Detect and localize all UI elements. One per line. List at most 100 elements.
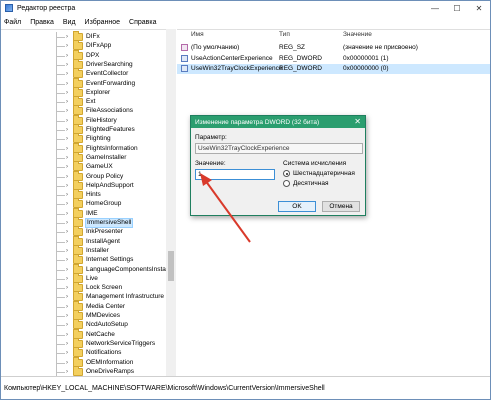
menu-file[interactable]: Файл [4,19,21,26]
key-tree-pane[interactable]: › DIFx › DIFxApp › DPX › DriverSearching › EventC… [1,29,176,376]
tree-branch-line [57,260,65,262]
tree-branch-line [57,46,65,48]
expand-chevron-icon[interactable]: › [66,127,68,133]
tree-item-label: GameUX [86,163,113,171]
tree-scrollbar[interactable] [166,29,176,376]
expand-chevron-icon[interactable]: › [66,201,68,207]
expand-chevron-icon[interactable]: › [66,360,68,366]
tree-branch-line [57,269,65,271]
value-row[interactable]: UseWin32TrayClockExperience REG_DWORD 0x00… [177,64,490,74]
menu-view[interactable]: Вид [63,19,76,26]
tree-branch-line [57,185,65,187]
expand-chevron-icon[interactable]: › [66,229,68,235]
tree-item-label: Flighting [86,135,111,143]
string-value-icon [181,44,188,51]
menu-favorites[interactable]: Избранное [85,19,120,26]
tree-item-label: InstallAgent [86,237,120,245]
expand-chevron-icon[interactable]: › [66,183,68,189]
expand-chevron-icon[interactable]: › [66,341,68,347]
expand-chevron-icon[interactable]: › [66,220,68,226]
menu-help[interactable]: Справка [129,19,156,26]
tree-item-label: DPX [86,51,100,59]
tree-branch-line [57,297,65,299]
tree-item-label: Notifications [86,349,122,357]
expand-chevron-icon[interactable]: › [66,304,68,310]
column-header-name[interactable]: Имя [191,31,204,41]
tree-scrollbar-thumb[interactable] [168,251,174,281]
title-bar[interactable]: Редактор реестра — ☐ ✕ [1,1,490,15]
dialog-title-bar[interactable]: Изменение параметра DWORD (32 бита) ✕ [191,116,365,128]
dialog-close-icon[interactable]: ✕ [354,117,361,127]
expand-chevron-icon[interactable]: › [66,332,68,338]
tree-branch-line [57,102,65,104]
expand-chevron-icon[interactable]: › [66,99,68,105]
column-header-data[interactable]: Значение [343,31,372,41]
expand-chevron-icon[interactable]: › [66,62,68,68]
value-name: (По умолчанию) [191,44,240,51]
expand-chevron-icon[interactable]: › [66,53,68,59]
tree-branch-line [57,288,65,290]
expand-chevron-icon[interactable]: › [66,34,68,40]
expand-chevron-icon[interactable]: › [66,257,68,263]
expand-chevron-icon[interactable]: › [66,248,68,254]
expand-chevron-icon[interactable]: › [66,164,68,170]
expand-chevron-icon[interactable]: › [66,211,68,217]
expand-chevron-icon[interactable]: › [66,313,68,319]
tree-item-label: GameInstaller [86,153,127,161]
expand-chevron-icon[interactable]: › [66,350,68,356]
expand-chevron-icon[interactable]: › [66,276,68,282]
tree-item-onedriveramps[interactable]: › OneDriveRamps [1,365,175,376]
close-button[interactable]: ✕ [468,1,490,15]
value-name: UseActionCenterExperience [191,54,273,62]
value-row[interactable]: (По умолчанию) REG_SZ (значение не присвое… [177,43,490,53]
tree-branch-line [57,213,65,215]
expand-chevron-icon[interactable]: › [66,267,68,273]
param-name-value: UseWin32TrayClockExperience [198,145,290,152]
value-data: 0x00000000 (0) [343,65,389,72]
value-type: REG_DWORD [279,65,322,72]
tree-item-label: Lock Screen [86,284,123,292]
maximize-button[interactable]: ☐ [446,1,468,15]
value-row[interactable]: UseActionCenterExperience REG_DWORD 0x0000… [177,54,490,64]
tree-item-label: MMDevices [86,312,120,319]
tree-item-label: HelpAndSupport [86,181,134,189]
radio-hex-label[interactable]: Шестнадцатеричная [293,170,355,177]
radio-hex-button[interactable] [283,170,290,177]
cancel-button[interactable]: Отмена [322,201,360,212]
tree-item-label: Installer [86,246,109,254]
radio-dec-button[interactable] [283,180,290,187]
expand-chevron-icon[interactable]: › [66,90,68,96]
expand-chevron-icon[interactable]: › [66,294,68,300]
expand-chevron-icon[interactable]: › [66,322,68,328]
window-title: Редактор реестра [17,4,76,12]
tree-item-label: ImmersiveShell [84,218,134,228]
tree-item-label: DriverSearching [86,60,133,68]
value-data: 0x00000001 (1) [343,54,389,62]
status-path: Компьютер\HKEY_LOCAL_MACHINE\SOFTWARE\Mi… [4,384,325,392]
expand-chevron-icon[interactable]: › [66,71,68,77]
expand-chevron-icon[interactable]: › [66,146,68,152]
expand-chevron-icon[interactable]: › [66,155,68,161]
menu-edit[interactable]: Правка [30,19,54,26]
value-data-input[interactable]: 1 [195,169,275,180]
tree-branch-line [57,306,65,308]
expand-chevron-icon[interactable]: › [66,192,68,198]
tree-branch-line [57,111,65,113]
expand-chevron-icon[interactable]: › [66,43,68,49]
expand-chevron-icon[interactable]: › [66,174,68,180]
value-type: REG_SZ [279,44,306,51]
expand-chevron-icon[interactable]: › [66,136,68,142]
column-header-type[interactable]: Тип [279,31,290,41]
ok-button[interactable]: OK [278,201,316,212]
expand-chevron-icon[interactable]: › [66,108,68,114]
expand-chevron-icon[interactable]: › [66,81,68,87]
expand-chevron-icon[interactable]: › [66,239,68,245]
expand-chevron-icon[interactable]: › [66,118,68,124]
minimize-button[interactable]: — [424,1,446,15]
expand-chevron-icon[interactable]: › [66,285,68,291]
tree-item-label: NetCache [86,330,115,338]
radio-dec-label[interactable]: Десятичная [293,180,329,187]
window-controls: — ☐ ✕ [424,1,490,15]
value-type: REG_DWORD [279,54,322,62]
expand-chevron-icon[interactable]: › [66,369,68,375]
